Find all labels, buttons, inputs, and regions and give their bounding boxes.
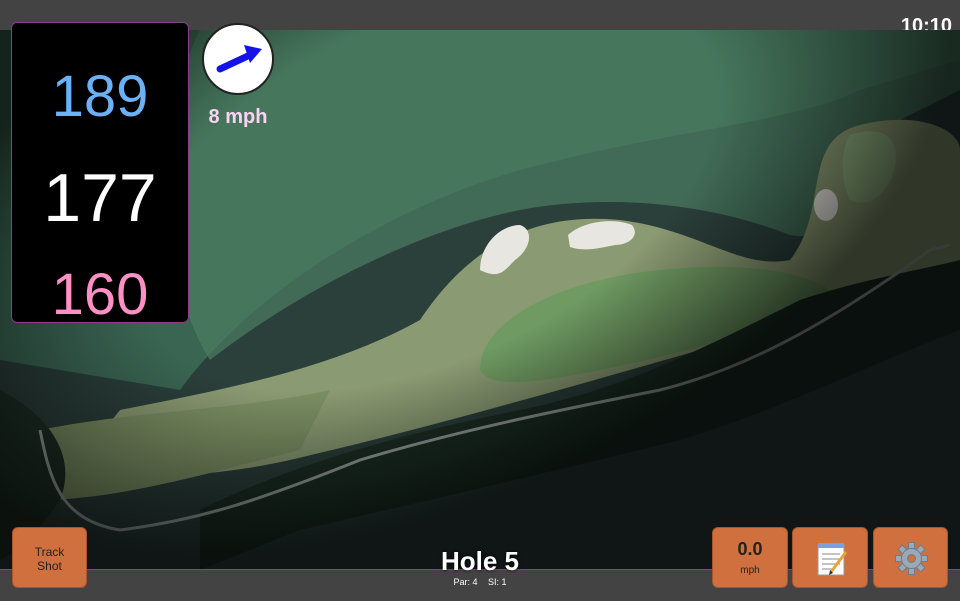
- back-distance: 189: [51, 64, 149, 129]
- wind-arrow-icon: [216, 45, 262, 73]
- track-shot-label-line2: Shot: [37, 559, 62, 573]
- hole-meta: Par: 4 SI: 1: [380, 577, 580, 587]
- front-distance: 160: [51, 262, 149, 327]
- distance-panel: 189 177 160: [11, 22, 189, 327]
- wind-direction-indicator: [202, 23, 274, 95]
- notepad-icon: [817, 543, 848, 576]
- track-shot-button[interactable]: Track Shot: [12, 527, 87, 588]
- hole-par: Par: 4: [453, 577, 478, 587]
- middle-distance: 177: [43, 160, 157, 236]
- hole-title: Hole 5: [440, 546, 520, 576]
- settings-button[interactable]: [873, 527, 948, 588]
- notes-button[interactable]: [792, 527, 868, 588]
- speed-value: 0.0: [737, 539, 763, 559]
- hole-stroke-index: SI: 1: [488, 577, 507, 587]
- gear-icon: [895, 542, 928, 575]
- track-shot-label-line1: Track: [34, 545, 65, 559]
- speed-unit: mph: [740, 565, 760, 576]
- speed-button[interactable]: 0.0 mph: [712, 527, 788, 588]
- wind-speed: 8 mph: [208, 106, 268, 128]
